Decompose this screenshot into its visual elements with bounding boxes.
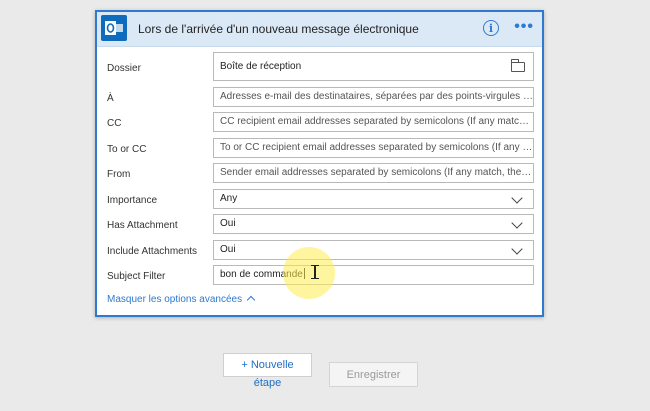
outlook-icon: [101, 15, 127, 41]
include-attachments-label: Include Attachments: [107, 246, 198, 257]
from-field[interactable]: Sender email addresses separated by semi…: [213, 163, 534, 183]
trigger-card: Lors de l'arrivée d'un nouveau message é…: [95, 10, 544, 317]
chevron-down-icon: [511, 217, 523, 229]
to-label: À: [107, 93, 114, 104]
folder-field[interactable]: Boîte de réception: [213, 52, 534, 81]
card-title: Lors de l'arrivée d'un nouveau message é…: [138, 22, 419, 36]
to-or-cc-field[interactable]: To or CC recipient email addresses separ…: [213, 138, 534, 158]
folder-icon[interactable]: [511, 59, 525, 72]
has-attachment-dropdown[interactable]: Oui: [213, 214, 534, 234]
cc-label: CC: [107, 118, 122, 129]
new-step-button[interactable]: + Nouvelle: [223, 353, 312, 377]
new-step-button-line2[interactable]: étape: [223, 377, 312, 389]
has-attachment-value: Oui: [220, 218, 236, 229]
folder-value: Boîte de réception: [220, 61, 302, 72]
to-field[interactable]: Adresses e-mail des destinataires, sépar…: [213, 87, 534, 107]
from-label: From: [107, 169, 131, 180]
include-attachments-value: Oui: [220, 244, 236, 255]
cc-field[interactable]: CC recipient email addresses separated b…: [213, 112, 534, 132]
save-button[interactable]: Enregistrer: [329, 362, 418, 387]
folder-label: Dossier: [107, 63, 141, 74]
advanced-link-label: Masquer les options avancées: [107, 294, 243, 305]
importance-dropdown[interactable]: Any: [213, 189, 534, 209]
hide-advanced-options-link[interactable]: Masquer les options avancées: [107, 294, 256, 305]
importance-value: Any: [220, 193, 238, 204]
to-or-cc-label: To or CC: [107, 144, 147, 155]
more-options-icon[interactable]: •••: [514, 19, 534, 35]
card-header[interactable]: Lors de l'arrivée d'un nouveau message é…: [97, 12, 542, 47]
subject-filter-label: Subject Filter: [107, 271, 166, 282]
chevron-up-icon: [246, 295, 256, 305]
importance-label: Importance: [107, 195, 158, 206]
subject-filter-value: bon de commande: [220, 269, 303, 280]
info-icon[interactable]: i: [483, 20, 499, 36]
text-caret: [303, 268, 305, 279]
has-attachment-label: Has Attachment: [107, 220, 178, 231]
chevron-down-icon: [511, 192, 523, 204]
chevron-down-icon: [511, 243, 523, 255]
subject-filter-input[interactable]: bon de commande: [213, 265, 534, 285]
include-attachments-dropdown[interactable]: Oui: [213, 240, 534, 260]
